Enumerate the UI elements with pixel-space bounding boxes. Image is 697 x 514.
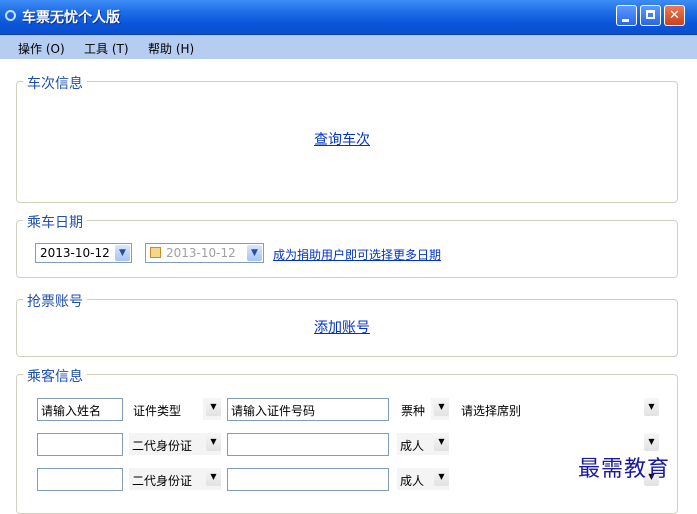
watermark: 最需教育	[578, 457, 671, 482]
menu-help[interactable]: 帮助 (H)	[148, 40, 194, 57]
extra-date-checkbox	[150, 247, 161, 258]
ticket-account-group: 抢票账号 添加账号	[16, 291, 678, 357]
chevron-down-icon: ▼	[206, 398, 221, 416]
chevron-down-icon: ▼	[434, 433, 449, 451]
travel-date-select[interactable]: 2013-10-12 ▼	[35, 243, 132, 263]
maximize-icon	[646, 10, 655, 19]
main-content: 车次信息 查询车次 乘车日期 2013-10-12 ▼ 2013-10-12 ▼…	[0, 59, 697, 514]
seat-select[interactable]: 请选择席别 ▼	[457, 398, 659, 420]
add-account-link[interactable]: 添加账号	[314, 317, 370, 337]
app-icon	[5, 10, 16, 21]
chevron-down-icon: ▼	[434, 398, 449, 416]
seat-placeholder: 请选择席别	[461, 404, 522, 418]
minimize-button[interactable]	[616, 5, 637, 26]
passenger-info-group: 乘客信息 请输入姓名 证件类型 ▼ 请输入证件号码 票种 ▼ 请选择席别 ▼ 二…	[16, 366, 678, 514]
window-title: 车票无忧个人版	[22, 10, 120, 26]
chevron-down-icon: ▼	[206, 468, 221, 486]
id-type-select[interactable]: 二代身份证 ▼	[129, 433, 221, 455]
id-type-value: 二代身份证	[132, 474, 193, 488]
donate-link[interactable]: 成为捐助用户即可选择更多日期	[273, 246, 441, 263]
travel-date-value: 2013-10-12	[40, 246, 110, 260]
ticket-type-value: 成人	[400, 474, 425, 488]
close-button[interactable]: ✕	[664, 5, 685, 26]
chevron-down-icon: ▼	[115, 245, 130, 261]
id-number-input[interactable]: 请输入证件号码	[227, 398, 389, 421]
chevron-down-icon: ▼	[206, 433, 221, 451]
passenger-name-input[interactable]	[37, 468, 123, 491]
id-type-value: 二代身份证	[132, 439, 193, 453]
ticket-type-value: 成人	[400, 439, 425, 453]
menu-tools[interactable]: 工具 (T)	[84, 40, 129, 57]
train-info-group: 车次信息 查询车次	[16, 73, 678, 203]
ticket-type-select[interactable]: 成人 ▼	[397, 468, 449, 490]
chevron-down-icon: ▼	[434, 468, 449, 486]
minimize-icon	[622, 19, 629, 22]
menu-operate[interactable]: 操作 (O)	[18, 40, 65, 57]
title-bar: 车票无忧个人版 ✕	[0, 0, 697, 35]
ticket-type-label: 票种	[401, 404, 426, 418]
ticket-type-select[interactable]: 成人 ▼	[397, 433, 449, 455]
passenger-name-input[interactable]	[37, 433, 123, 456]
maximize-button[interactable]	[640, 5, 661, 26]
id-number-input[interactable]	[227, 433, 389, 456]
ticket-type-dropdown[interactable]: ▼	[431, 398, 449, 420]
id-type-select[interactable]: 二代身份证 ▼	[129, 468, 221, 490]
id-type-dropdown[interactable]: ▼	[203, 398, 221, 420]
ticket-account-title: 抢票账号	[23, 291, 87, 311]
id-type-label: 证件类型	[133, 404, 182, 418]
id-number-input[interactable]	[227, 468, 389, 491]
chevron-down-icon: ▼	[644, 398, 659, 416]
passenger-info-title: 乘客信息	[23, 366, 87, 386]
extra-date-value: 2013-10-12	[166, 246, 236, 260]
travel-date-title: 乘车日期	[23, 212, 87, 232]
close-icon: ✕	[669, 8, 680, 23]
menu-bar: 操作 (O) 工具 (T) 帮助 (H)	[0, 35, 697, 59]
chevron-down-icon: ▼	[247, 245, 262, 261]
passenger-name-input[interactable]: 请输入姓名	[37, 398, 123, 421]
chevron-down-icon: ▼	[644, 433, 659, 451]
extra-date-select: 2013-10-12 ▼	[145, 243, 264, 263]
travel-date-group: 乘车日期 2013-10-12 ▼ 2013-10-12 ▼ 成为捐助用户即可选…	[16, 212, 678, 278]
query-train-link[interactable]: 查询车次	[314, 129, 370, 149]
train-info-title: 车次信息	[23, 73, 87, 93]
